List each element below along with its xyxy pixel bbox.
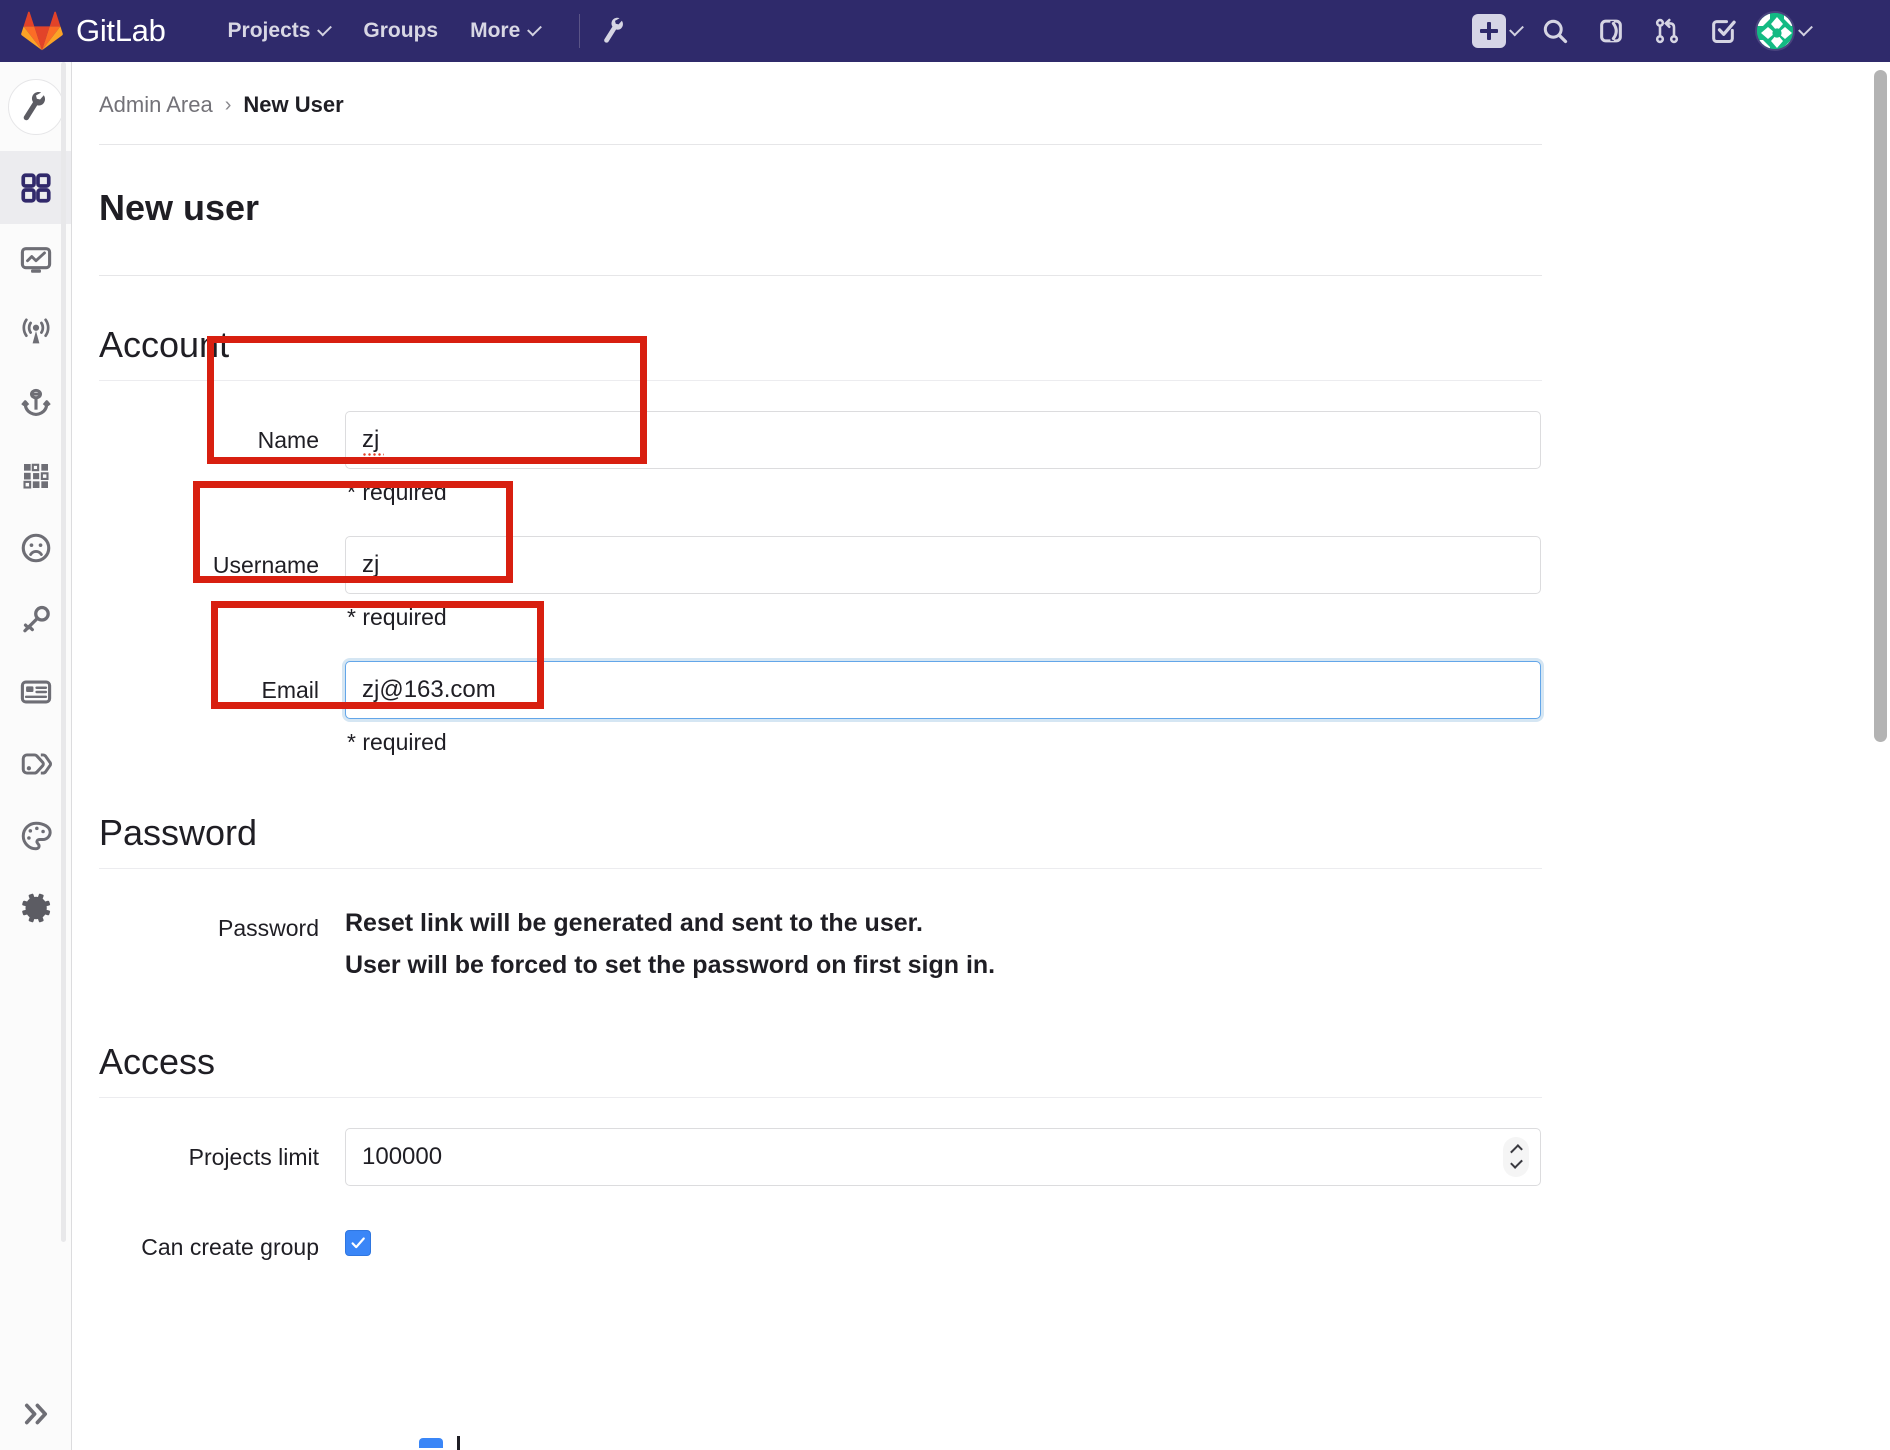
account-section-rule bbox=[99, 380, 1542, 381]
username-input[interactable] bbox=[345, 536, 1541, 594]
issues-icon bbox=[1600, 19, 1622, 43]
monitor-chart-icon bbox=[20, 247, 51, 273]
chevron-up-icon[interactable] bbox=[1509, 1144, 1523, 1157]
account-section-heading: Account bbox=[99, 324, 230, 365]
name-field-wrap: * required bbox=[345, 411, 1542, 506]
name-required-hint: * required bbox=[347, 479, 447, 505]
id-card-icon bbox=[20, 680, 51, 704]
page-title: New user bbox=[99, 187, 260, 228]
partial-text-sliver bbox=[457, 1436, 460, 1450]
frown-face-icon bbox=[21, 533, 50, 563]
user-menu-button[interactable] bbox=[1755, 11, 1813, 51]
broadcast-antenna-icon bbox=[21, 318, 50, 344]
password-reset-line-1: Reset link will be generated and sent to… bbox=[345, 909, 923, 937]
wrench-icon bbox=[7, 78, 64, 135]
nav-link-groups[interactable]: Groups bbox=[347, 11, 454, 51]
navbar-primary-links: Projects Groups More bbox=[212, 11, 629, 51]
name-input[interactable] bbox=[345, 411, 1541, 469]
top-navbar: GitLab Projects Groups More bbox=[0, 0, 1890, 62]
projects-limit-input[interactable] bbox=[345, 1127, 1541, 1186]
password-label: Password bbox=[218, 915, 319, 941]
anchor-hook-icon bbox=[20, 388, 51, 417]
search-icon bbox=[1543, 19, 1568, 44]
check-mark-icon bbox=[351, 1236, 365, 1248]
sidebar-scrollbar[interactable] bbox=[60, 62, 67, 1450]
issues-button[interactable] bbox=[1587, 9, 1635, 53]
email-required-hint: * required bbox=[347, 729, 447, 755]
key-icon bbox=[22, 605, 50, 633]
access-section: Access Projects limit Can create group bbox=[99, 1041, 1873, 1261]
nav-link-more[interactable]: More bbox=[454, 11, 557, 51]
form-row-email: Email * required bbox=[99, 661, 1542, 756]
form-row-name: Name * required bbox=[99, 411, 1542, 506]
gear-icon bbox=[21, 893, 50, 923]
name-label: Name bbox=[257, 427, 319, 453]
navbar-right-icons bbox=[1472, 9, 1890, 53]
gitlab-wordmark: GitLab bbox=[76, 13, 166, 48]
nav-link-groups-label: Groups bbox=[363, 19, 439, 42]
email-field-wrap: * required bbox=[345, 661, 1542, 756]
todo-done-icon bbox=[1712, 20, 1736, 44]
email-label: Email bbox=[261, 677, 319, 703]
chevron-down-icon[interactable] bbox=[1509, 1156, 1523, 1169]
form-row-partial-below-fold bbox=[419, 1436, 460, 1450]
plus-square-icon bbox=[1472, 14, 1506, 48]
can-create-group-checkbox[interactable] bbox=[345, 1229, 371, 1256]
dashboard-grid-icon bbox=[20, 173, 51, 203]
partial-checkbox[interactable] bbox=[419, 1438, 443, 1448]
todos-button[interactable] bbox=[1699, 9, 1747, 53]
title-divider bbox=[99, 275, 1542, 276]
new-dropdown-button[interactable] bbox=[1472, 14, 1524, 48]
password-section-heading: Password bbox=[99, 812, 258, 853]
navbar-divider bbox=[579, 14, 581, 48]
form-row-password: Password Reset link will be generated an… bbox=[99, 899, 1542, 983]
chevron-down-icon bbox=[1509, 21, 1524, 37]
access-section-rule bbox=[99, 1096, 1542, 1098]
grid-dots-icon bbox=[22, 463, 49, 489]
main-content: Admin Area › New User New user Account N… bbox=[73, 62, 1873, 1450]
breadcrumb-separator-icon: › bbox=[224, 93, 232, 116]
chevron-down-icon bbox=[1798, 21, 1813, 37]
username-required-hint: * required bbox=[347, 604, 447, 630]
password-section: Password Password Reset link will be gen… bbox=[99, 812, 1873, 983]
projects-limit-wrap bbox=[345, 1127, 1542, 1186]
sidebar-scrollbar-thumb[interactable] bbox=[61, 62, 66, 1242]
palette-icon bbox=[21, 821, 52, 851]
breadcrumb-admin-area[interactable]: Admin Area bbox=[99, 92, 213, 118]
username-label: Username bbox=[212, 552, 319, 578]
form-row-username: Username * required bbox=[99, 536, 1542, 631]
chevron-down-icon bbox=[317, 21, 333, 37]
search-button[interactable] bbox=[1531, 9, 1579, 53]
projects-limit-label: Projects limit bbox=[188, 1143, 319, 1170]
chevron-down-icon bbox=[527, 21, 543, 37]
password-info-wrap: Reset link will be generated and sent to… bbox=[345, 899, 1542, 983]
access-section-heading: Access bbox=[99, 1040, 216, 1082]
labels-tag-icon bbox=[21, 753, 52, 775]
chevron-double-right-icon bbox=[24, 1403, 47, 1425]
can-create-group-label: Can create group bbox=[141, 1233, 319, 1260]
account-section: Account Name * required Username * requi… bbox=[99, 324, 1873, 756]
email-input[interactable] bbox=[345, 661, 1541, 719]
password-section-rule bbox=[99, 868, 1542, 869]
breadcrumb: Admin Area › New User bbox=[99, 62, 1873, 144]
merge-request-icon bbox=[1655, 18, 1679, 44]
page-scrollbar[interactable] bbox=[1870, 62, 1890, 1450]
navbar-brand-area: GitLab bbox=[0, 10, 166, 52]
can-create-group-wrap bbox=[345, 1222, 1542, 1256]
form-row-projects-limit: Projects limit bbox=[99, 1127, 1542, 1186]
merge-requests-button[interactable] bbox=[1643, 9, 1691, 53]
nav-link-projects-label: Projects bbox=[227, 19, 311, 42]
nav-link-projects[interactable]: Projects bbox=[212, 11, 348, 51]
nav-link-more-label: More bbox=[470, 19, 521, 42]
breadcrumb-current: New User bbox=[243, 92, 344, 117]
page-scrollbar-thumb[interactable] bbox=[1874, 70, 1887, 742]
projects-limit-stepper[interactable] bbox=[1503, 1136, 1529, 1177]
username-field-wrap: * required bbox=[345, 536, 1542, 631]
password-reset-line-2: User will be forced to set the password … bbox=[345, 950, 996, 979]
avatar bbox=[1755, 11, 1795, 51]
gitlab-tanuki-logo-icon[interactable] bbox=[20, 10, 64, 52]
form-row-can-create-group: Can create group bbox=[99, 1222, 1542, 1261]
admin-wrench-icon[interactable] bbox=[602, 16, 628, 46]
breadcrumb-divider bbox=[99, 144, 1542, 145]
